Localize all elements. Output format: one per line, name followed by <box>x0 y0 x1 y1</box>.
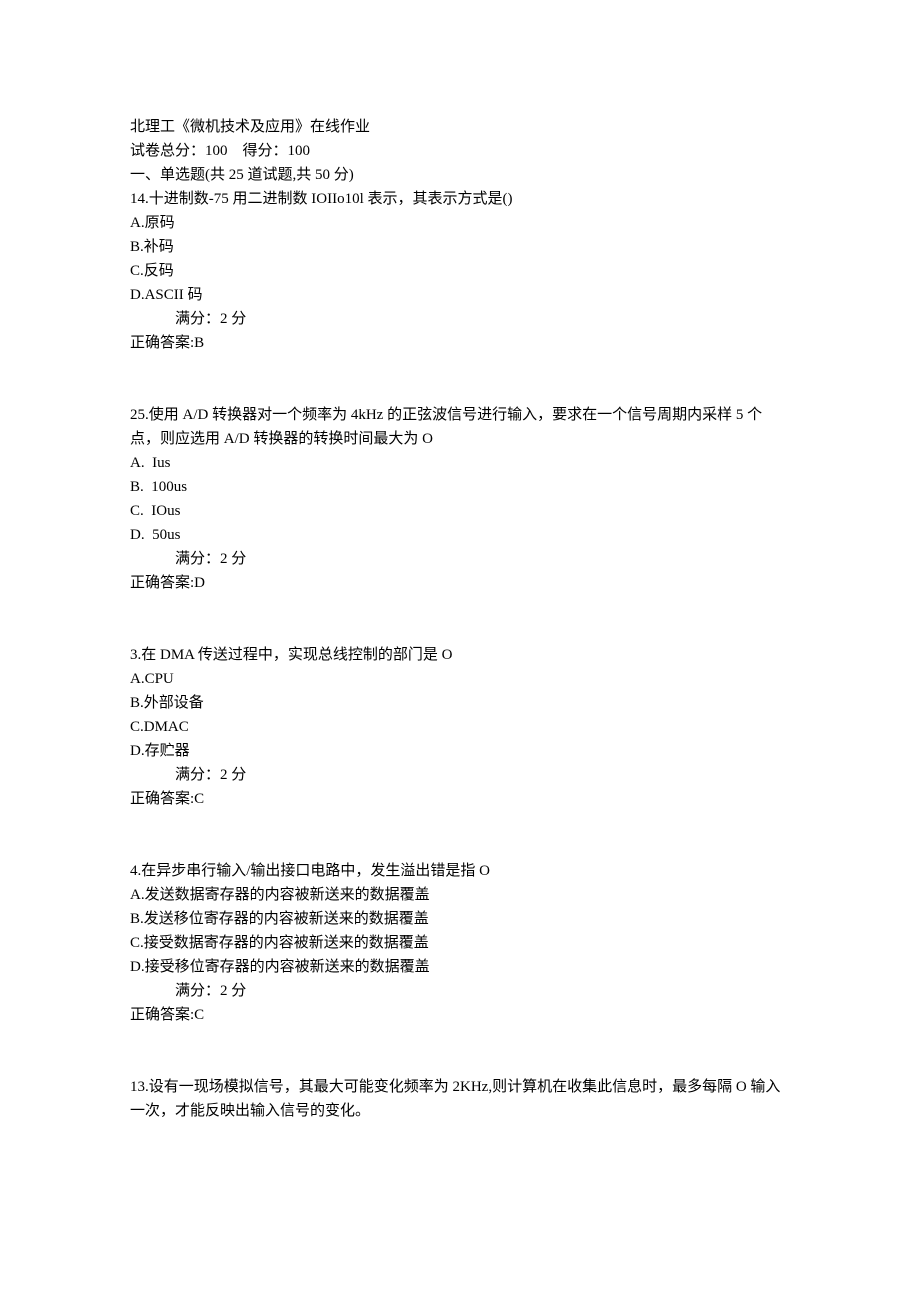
correct-answer: 正确答案:C <box>130 1003 790 1027</box>
question-option: B.外部设备 <box>130 691 790 715</box>
question-option: A.CPU <box>130 667 790 691</box>
section-heading: 一、单选题(共 25 道试题,共 50 分) <box>130 163 790 187</box>
question-option: D.接受移位寄存器的内容被新送来的数据覆盖 <box>130 955 790 979</box>
question-option: C.接受数据寄存器的内容被新送来的数据覆盖 <box>130 931 790 955</box>
question-option: A.原码 <box>130 211 790 235</box>
question-option: B.发送移位寄存器的内容被新送来的数据覆盖 <box>130 907 790 931</box>
question-option: D.ASCII 码 <box>130 283 790 307</box>
question-stem: 25.使用 A/D 转换器对一个频率为 4kHz 的正弦波信号进行输入，要求在一… <box>130 403 790 451</box>
correct-answer: 正确答案:B <box>130 331 790 355</box>
question-option: C. IOus <box>130 499 790 523</box>
blank-spacer <box>130 1027 790 1075</box>
question-option: A.发送数据寄存器的内容被新送来的数据覆盖 <box>130 883 790 907</box>
blank-spacer <box>130 355 790 403</box>
question-option: D.存贮器 <box>130 739 790 763</box>
score-line: 试卷总分：100 得分：100 <box>130 139 790 163</box>
question-option: C.DMAC <box>130 715 790 739</box>
question-stem: 4.在异步串行输入/输出接口电路中，发生溢出错是指 O <box>130 859 790 883</box>
question-option: C.反码 <box>130 259 790 283</box>
doc-title: 北理工《微机技术及应用》在线作业 <box>130 115 790 139</box>
full-marks: 满分：2 分 <box>130 547 790 571</box>
question-option: B. 100us <box>130 475 790 499</box>
question-option: A. Ius <box>130 451 790 475</box>
blank-spacer <box>130 811 790 859</box>
full-marks: 满分：2 分 <box>130 307 790 331</box>
correct-answer: 正确答案:C <box>130 787 790 811</box>
correct-answer: 正确答案:D <box>130 571 790 595</box>
question-stem: 3.在 DMA 传送过程中，实现总线控制的部门是 O <box>130 643 790 667</box>
question-option: D. 50us <box>130 523 790 547</box>
full-marks: 满分：2 分 <box>130 763 790 787</box>
full-marks: 满分：2 分 <box>130 979 790 1003</box>
question-option: B.补码 <box>130 235 790 259</box>
question-stem: 14.十进制数-75 用二进制数 IOIIo10l 表示，其表示方式是() <box>130 187 790 211</box>
blank-spacer <box>130 595 790 643</box>
question-stem: 13.设有一现场模拟信号，其最大可能变化频率为 2KHz,则计算机在收集此信息时… <box>130 1075 790 1123</box>
